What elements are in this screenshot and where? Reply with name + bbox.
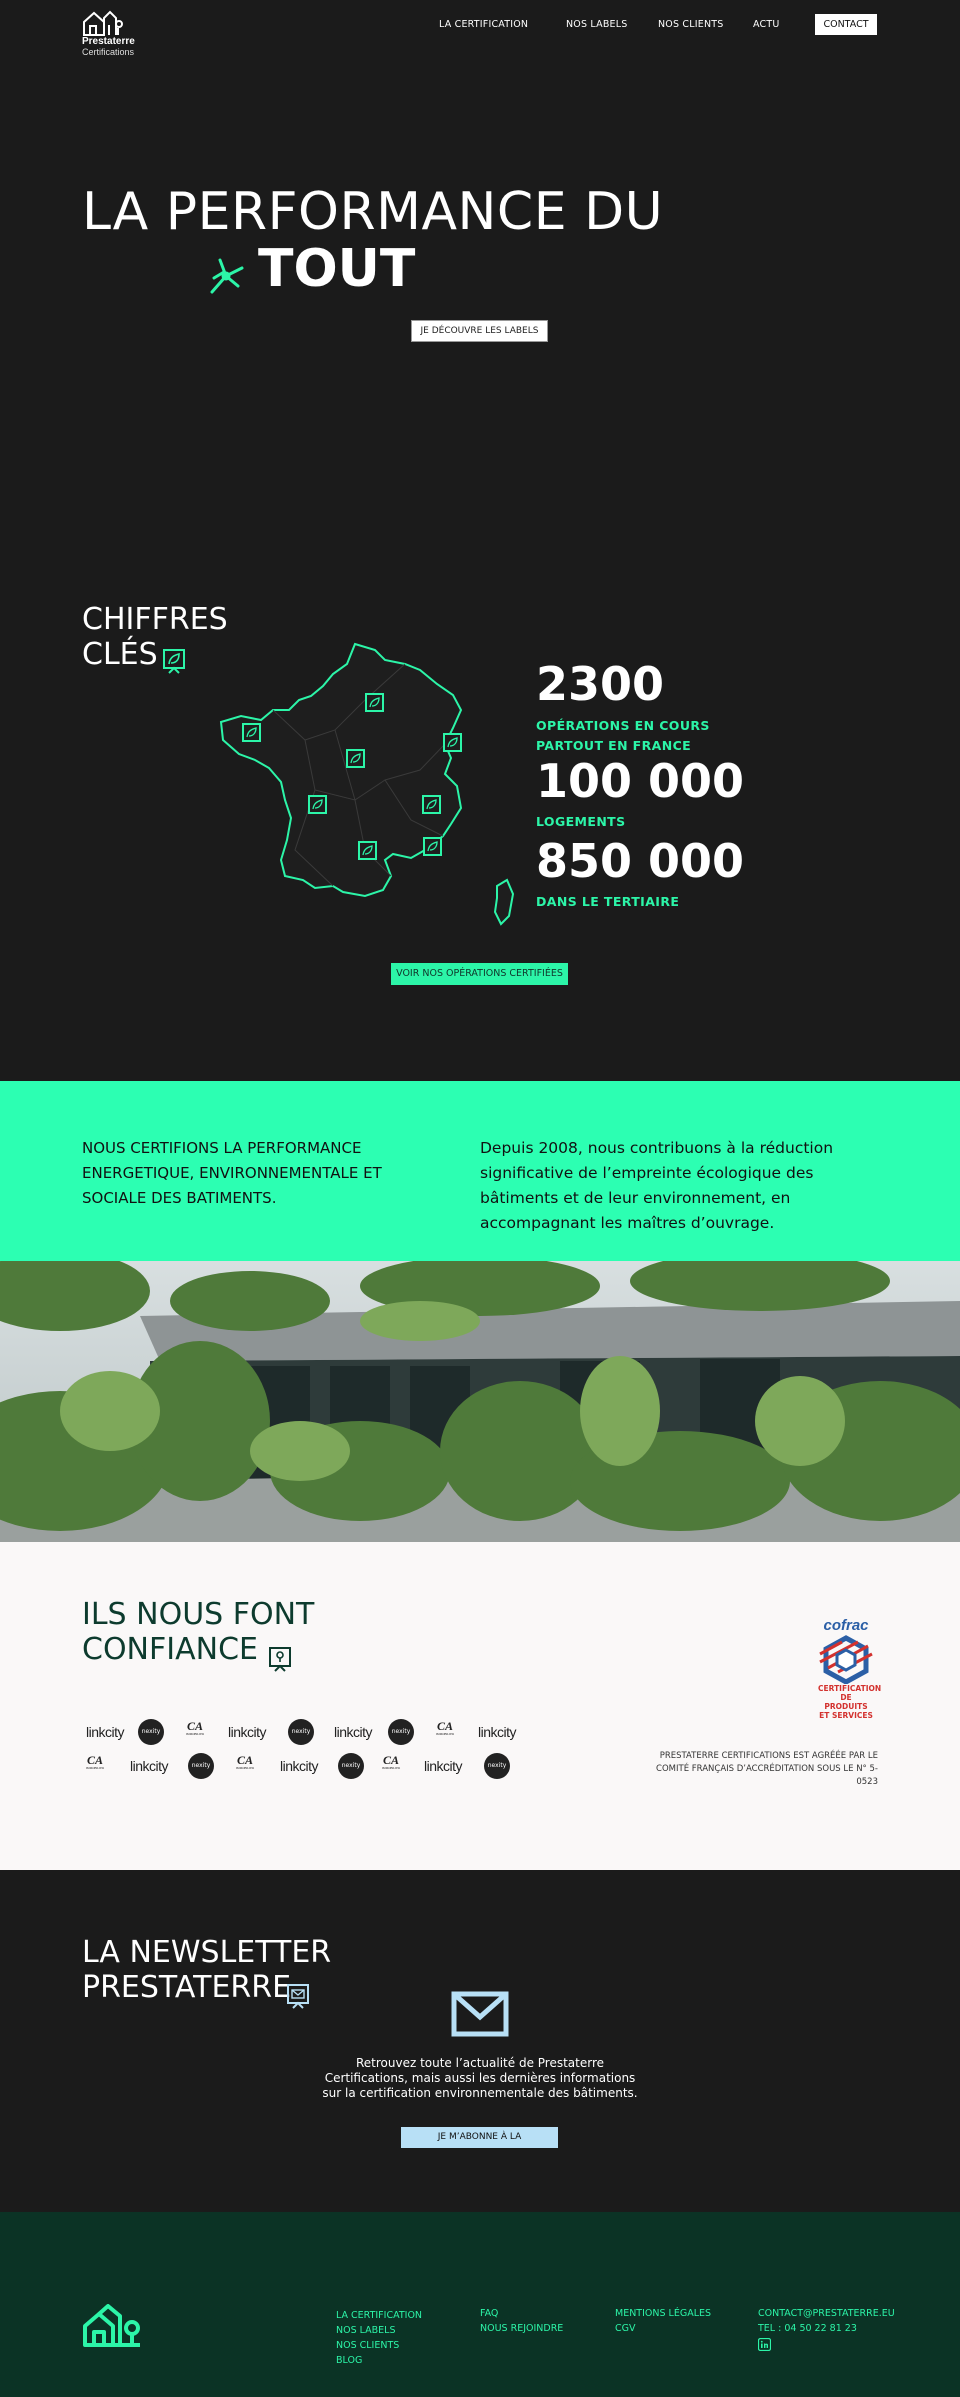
footer-col-contact: CONTACT@PRESTATERRE.EU TEL : 04 50 22 81… — [758, 2306, 895, 2351]
newsletter-section: LA NEWSLETTER PRESTATERRE Retrouvez tout… — [0, 1870, 960, 2212]
confiance-title-line1: ILS NOUS FONT — [82, 1597, 315, 1632]
footer-col-main: LA CERTIFICATION NOS LABELS NOS CLIENTS … — [336, 2308, 422, 2368]
client-logo-credit-agricole: CA IMMOBILIER — [185, 1719, 205, 1736]
client-logo-nexity: nexity — [288, 1719, 314, 1745]
footer-email-link[interactable]: CONTACT@PRESTATERRE.EU — [758, 2306, 895, 2321]
discover-labels-button[interactable]: JE DÉCOUVRE LES LABELS — [411, 320, 548, 342]
footer-link-labels[interactable]: NOS LABELS — [336, 2323, 422, 2338]
envelope-icon — [451, 1991, 509, 2037]
footer-link-join[interactable]: NOUS REJOINDRE — [480, 2321, 563, 2336]
stat-tertiaire-value: 850 000 — [536, 834, 745, 888]
stat-logements-label: LOGEMENTS — [536, 814, 626, 829]
footer-link-legal[interactable]: MENTIONS LÉGALES — [615, 2306, 711, 2321]
location-badge-icon — [269, 1647, 291, 1672]
footer-col-legal: MENTIONS LÉGALES CGV — [615, 2306, 711, 2336]
client-logo-linkcity: linkcity — [333, 1724, 373, 1740]
mission-description: Depuis 2008, nous contribuons à la réduc… — [480, 1139, 834, 1232]
client-logo-credit-agricole: CA IMMOBILIER — [85, 1753, 105, 1770]
footer-link-clients[interactable]: NOS CLIENTS — [336, 2338, 422, 2353]
stat-operations-label-2: PARTOUT EN FRANCE — [536, 738, 692, 753]
green-building-photo — [0, 1261, 960, 1542]
accreditation-text: PRESTATERRE CERTIFICATIONS EST AGRÉÉE PA… — [656, 1751, 878, 1787]
client-logo-nexity: nexity — [138, 1719, 164, 1745]
stat-tertiaire-label: DANS LE TERTIAIRE — [536, 894, 680, 909]
wind-turbine-icon — [204, 254, 248, 302]
hero-title-line2: TOUT — [258, 239, 416, 299]
client-logo-nexity: nexity — [484, 1753, 510, 1779]
stat-operations-value: 2300 — [536, 657, 665, 711]
view-operations-button[interactable]: VOIR NOS OPÉRATIONS CERTIFIÉES — [391, 963, 568, 985]
chiffres-title-line2: CLÉS — [82, 637, 158, 672]
leaf-badge-icon — [163, 649, 185, 674]
brand-name: Prestaterre — [82, 36, 135, 47]
client-logo-nexity: nexity — [188, 1753, 214, 1779]
page: Prestaterre Certifications LA CERTIFICAT… — [0, 0, 960, 2397]
newsletter-description: Retrouvez toute l’actualité de Prestater… — [322, 2056, 638, 2100]
footer-phone-link[interactable]: TEL : 04 50 22 81 23 — [758, 2321, 895, 2336]
newsletter-title-line1: LA NEWSLETTER — [82, 1935, 332, 1970]
client-logo-linkcity: linkcity — [423, 1758, 463, 1774]
house-logo-icon — [83, 10, 123, 36]
client-logo-nexity: nexity — [338, 1753, 364, 1779]
footer-link-faq[interactable]: FAQ — [480, 2306, 563, 2321]
contact-button[interactable]: CONTACT — [815, 14, 877, 35]
nav-actu[interactable]: ACTU — [753, 19, 780, 30]
mission-statement: NOUS CERTIFIONS LA PERFORMANCE ENERGETIQ… — [82, 1139, 382, 1207]
client-logo-credit-agricole: CA IMMOBILIER — [381, 1753, 401, 1770]
linkedin-icon[interactable] — [758, 2338, 771, 2351]
newsletter-title-line2: PRESTATERRE — [82, 1970, 292, 2005]
client-logo-linkcity: linkcity — [85, 1724, 125, 1740]
client-logo-linkcity: linkcity — [227, 1724, 267, 1740]
mail-badge-icon — [287, 1984, 309, 2009]
stat-operations-label: OPÉRATIONS EN COURS — [536, 718, 710, 733]
footer-link-blog[interactable]: BLOG — [336, 2353, 422, 2368]
client-logo-linkcity: linkcity — [279, 1758, 319, 1774]
footer-col-help: FAQ NOUS REJOINDRE — [480, 2306, 563, 2336]
confiance-title-line2: CONFIANCE — [82, 1632, 258, 1667]
client-logo-credit-agricole: CA IMMOBILIER — [435, 1719, 455, 1736]
house-logo-icon[interactable] — [82, 2304, 142, 2348]
mission-band: NOUS CERTIFIONS LA PERFORMANCE ENERGETIQ… — [0, 1081, 960, 1261]
site-header: Prestaterre Certifications LA CERTIFICAT… — [0, 0, 960, 60]
stat-logements-value: 100 000 — [536, 754, 745, 808]
client-logo-linkcity: linkcity — [129, 1758, 169, 1774]
nav-la-certification[interactable]: LA CERTIFICATION — [439, 19, 528, 30]
footer-link-certification[interactable]: LA CERTIFICATION — [336, 2308, 422, 2323]
cofrac-logo: cofrac CERTIFICATION DE PRODUITS ET SERV… — [818, 1617, 882, 1721]
brand-subtitle: Certifications — [82, 47, 135, 57]
client-logo-credit-agricole: CA IMMOBILIER — [235, 1753, 255, 1770]
client-logo-nexity: nexity — [388, 1719, 414, 1745]
client-logo-linkcity: linkcity — [477, 1724, 517, 1740]
subscribe-button[interactable]: JE M’ABONNE À LA — [401, 2127, 558, 2148]
clients-section: ILS NOUS FONT CONFIANCE linkcity nexity … — [0, 1542, 960, 1870]
site-footer: LA CERTIFICATION NOS LABELS NOS CLIENTS … — [0, 2212, 960, 2397]
nav-nos-clients[interactable]: NOS CLIENTS — [658, 19, 724, 30]
hero-title-line1: LA PERFORMANCE DU — [82, 182, 664, 242]
nav-nos-labels[interactable]: NOS LABELS — [566, 19, 628, 30]
footer-link-cgv[interactable]: CGV — [615, 2321, 711, 2336]
france-map — [219, 642, 515, 926]
chiffres-title-line1: CHIFFRES — [82, 602, 228, 637]
site-logo[interactable]: Prestaterre Certifications — [82, 8, 152, 58]
